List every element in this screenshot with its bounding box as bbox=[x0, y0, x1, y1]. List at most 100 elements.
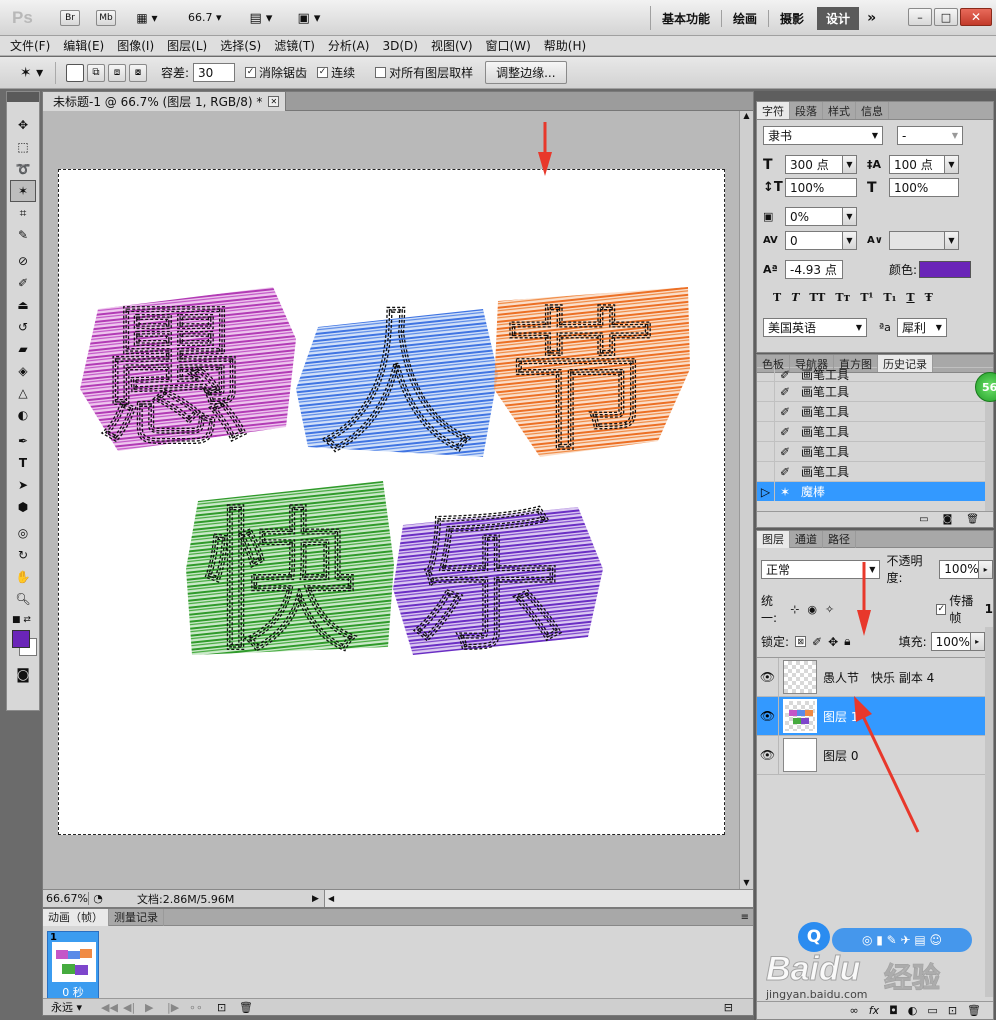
new-layer-icon[interactable]: ⊡ bbox=[948, 1004, 957, 1017]
layer-style-icon[interactable]: fx bbox=[869, 1004, 879, 1017]
first-frame-icon[interactable]: ◀◀ bbox=[101, 1001, 123, 1014]
convert-timeline-icon[interactable]: ⊟ bbox=[724, 1001, 733, 1014]
shape-tool-icon[interactable]: ⬢ bbox=[10, 496, 36, 518]
menu-select[interactable]: 选择(S) bbox=[220, 37, 261, 54]
menu-layer[interactable]: 图层(L) bbox=[167, 37, 207, 54]
bridge-button[interactable]: Br bbox=[60, 10, 80, 26]
tab-paragraph[interactable]: 段落 bbox=[790, 102, 823, 119]
unify-visibility-icon[interactable]: ◉ bbox=[807, 603, 817, 616]
tracking-input[interactable] bbox=[889, 231, 945, 250]
leading-input[interactable]: 100 点 bbox=[889, 155, 945, 174]
3d-orbit-tool-icon[interactable]: ↻ bbox=[10, 544, 36, 566]
menu-view[interactable]: 视图(V) bbox=[431, 37, 473, 54]
path-select-tool-icon[interactable]: ➤ bbox=[10, 474, 36, 496]
canvas-vertical-scrollbar[interactable]: ▲ ▼ bbox=[739, 111, 753, 889]
tab-measurement-log[interactable]: 测量记录 bbox=[109, 908, 164, 926]
all-caps-button[interactable]: TT bbox=[809, 291, 825, 304]
underline-button[interactable]: T bbox=[906, 291, 914, 304]
film-strip-icon[interactable]: ▦ ▾ bbox=[132, 10, 162, 26]
kerning-dropdown-icon[interactable]: ▼ bbox=[843, 231, 857, 250]
add-mask-icon[interactable]: ◘ bbox=[889, 1004, 898, 1017]
marquee-tool-icon[interactable]: ⬚ bbox=[10, 136, 36, 158]
baseline-shift-input[interactable]: -4.93 点 bbox=[785, 260, 843, 279]
language-dropdown[interactable]: 美国英语 ▼ bbox=[763, 318, 867, 337]
menu-help[interactable]: 帮助(H) bbox=[544, 37, 586, 54]
magic-wand-preset-icon[interactable]: ✶ ▾ bbox=[8, 61, 56, 84]
propagate-frame-checkbox[interactable]: ✓ bbox=[936, 603, 947, 615]
contiguous-checkbox[interactable]: ✓ bbox=[317, 67, 329, 78]
status-menu-icon[interactable]: ▶ bbox=[312, 894, 324, 904]
crop-tool-icon[interactable]: ⌗ bbox=[10, 202, 36, 224]
intersect-selection-icon[interactable]: ⧇ bbox=[129, 63, 147, 82]
opacity-slider-icon[interactable]: ▸ bbox=[979, 559, 993, 579]
workspace-design[interactable]: 设计 bbox=[817, 6, 860, 30]
new-snapshot-icon[interactable]: ◙ bbox=[943, 514, 953, 525]
lock-transparency-icon[interactable]: ⊠ bbox=[795, 636, 807, 647]
menu-file[interactable]: 文件(F) bbox=[10, 37, 50, 54]
play-icon[interactable]: ▶ bbox=[145, 1001, 167, 1014]
subscript-button[interactable]: T₁ bbox=[883, 291, 896, 304]
status-zoom[interactable]: 66.67% bbox=[43, 892, 89, 905]
eye-icon[interactable]: 👁︎ bbox=[757, 696, 779, 736]
menu-3d[interactable]: 3D(D) bbox=[382, 39, 417, 53]
kerning-input[interactable]: 0 bbox=[785, 231, 843, 250]
link-layers-icon[interactable]: ∞ bbox=[850, 1004, 859, 1017]
faux-italic-button[interactable]: T bbox=[791, 291, 799, 304]
font-size-input[interactable]: 300 点 bbox=[785, 155, 843, 174]
stamp-tool-icon[interactable]: ⏏ bbox=[10, 294, 36, 316]
delete-layer-icon[interactable]: 🗑︎ bbox=[967, 1004, 981, 1017]
tab-animation[interactable]: 动画（帧） bbox=[43, 908, 109, 926]
maximize-icon[interactable]: □ bbox=[934, 8, 958, 26]
color-reset-icons[interactable]: ■ ⇄ bbox=[10, 614, 39, 626]
history-item[interactable]: ✐ 画笔工具 bbox=[757, 461, 993, 481]
refine-edge-button[interactable]: 调整边缘... bbox=[485, 61, 567, 84]
fill-slider-icon[interactable]: ▸ bbox=[970, 632, 985, 651]
document-tab[interactable]: 未标题-1 @ 66.7% (图层 1, RGB/8) * ✕ bbox=[43, 91, 287, 111]
tracking-pct-dropdown-icon[interactable]: ▼ bbox=[843, 207, 857, 226]
menu-filter[interactable]: 滤镜(T) bbox=[274, 37, 315, 54]
history-brush-tool-icon[interactable]: ↺ bbox=[10, 316, 36, 338]
next-frame-icon[interactable]: |▶ bbox=[167, 1001, 189, 1014]
superscript-button[interactable]: T¹ bbox=[860, 291, 873, 304]
quick-mask-icon[interactable]: ◙ bbox=[10, 664, 36, 686]
brush-tool-icon[interactable]: ✐ bbox=[10, 272, 36, 294]
document-close-icon[interactable]: ✕ bbox=[268, 95, 280, 107]
lock-all-icon[interactable]: 🔒︎ bbox=[844, 634, 850, 649]
zoom-level-dropdown[interactable]: 66.7 ▾ bbox=[188, 11, 222, 24]
add-selection-icon[interactable]: ⧉ bbox=[87, 63, 105, 82]
duplicate-frame-icon[interactable]: ⊡ bbox=[217, 1001, 239, 1014]
history-item[interactable]: ✐ 画笔工具 bbox=[757, 441, 993, 461]
tracking-dropdown-icon[interactable]: ▼ bbox=[945, 231, 959, 250]
prev-frame-icon[interactable]: ◀| bbox=[123, 1001, 145, 1014]
tab-styles[interactable]: 样式 bbox=[823, 102, 856, 119]
tab-character[interactable]: 字符 bbox=[757, 102, 790, 119]
text-color-swatch[interactable] bbox=[919, 261, 972, 278]
mini-bridge-button[interactable]: Mb bbox=[96, 10, 116, 26]
arrange-icon[interactable]: ▤ ▾ bbox=[244, 10, 278, 26]
zoom-tool-icon[interactable]: 🔍︎ bbox=[10, 588, 36, 610]
canvas[interactable]: 愚 人 节 快 乐 bbox=[58, 169, 725, 835]
history-item[interactable]: ✐ 画笔工具 bbox=[757, 381, 993, 401]
close-icon[interactable]: ✕ bbox=[960, 8, 992, 26]
fill-input[interactable]: 100% bbox=[930, 632, 971, 651]
move-tool-icon[interactable]: ✥ bbox=[10, 114, 36, 136]
menu-analysis[interactable]: 分析(A) bbox=[328, 37, 370, 54]
menu-image[interactable]: 图像(I) bbox=[117, 37, 154, 54]
more-workspaces-icon[interactable]: » bbox=[859, 10, 884, 26]
paint-bucket-tool-icon[interactable]: ◈ bbox=[10, 360, 36, 382]
menu-edit[interactable]: 编辑(E) bbox=[63, 37, 104, 54]
delete-state-icon[interactable]: 🗑︎ bbox=[966, 514, 979, 525]
menu-window[interactable]: 窗口(W) bbox=[486, 37, 531, 54]
unify-style-icon[interactable]: ✧ bbox=[825, 603, 834, 616]
font-style-dropdown[interactable]: - ▼ bbox=[897, 126, 963, 145]
opacity-input[interactable]: 100% bbox=[939, 559, 980, 579]
tab-paths[interactable]: 路径 bbox=[823, 530, 856, 548]
history-item[interactable]: ✐ 画笔工具 bbox=[757, 421, 993, 441]
adjustment-layer-icon[interactable]: ◐ bbox=[908, 1004, 918, 1017]
new-document-from-state-icon[interactable]: ▭ bbox=[919, 514, 928, 525]
tween-icon[interactable]: ∘∘ bbox=[189, 1001, 217, 1014]
animation-frame[interactable]: 1 0 秒 bbox=[47, 931, 99, 1003]
animation-panel-menu-icon[interactable]: ≡ bbox=[741, 912, 753, 923]
screen-mode-icon[interactable]: ▣ ▾ bbox=[292, 10, 326, 26]
tab-info[interactable]: 信息 bbox=[856, 102, 889, 119]
